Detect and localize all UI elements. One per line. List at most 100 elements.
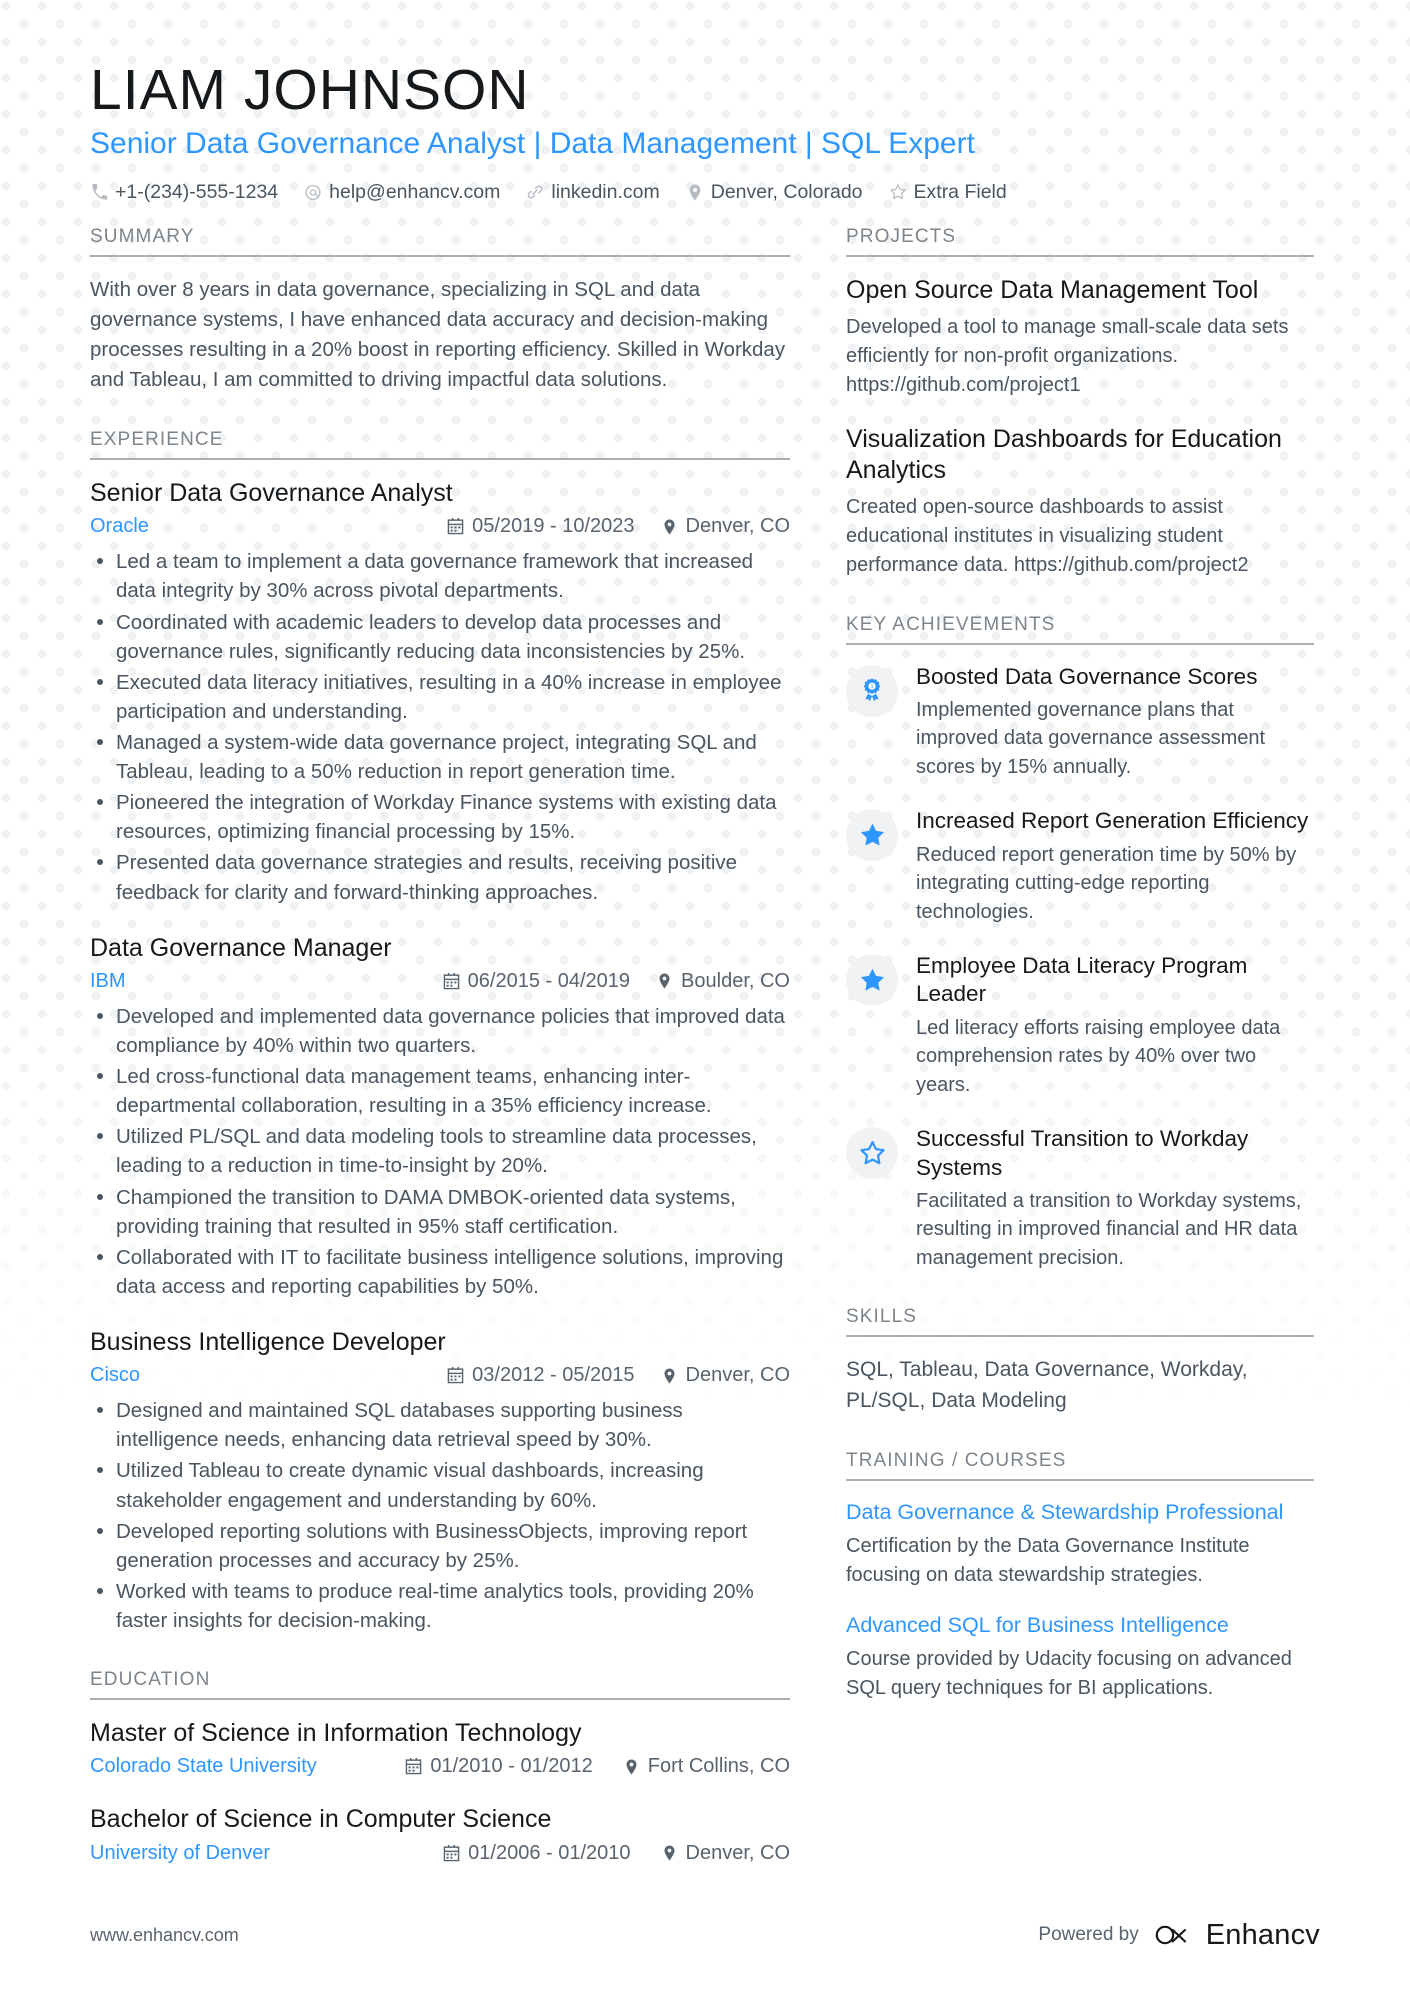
achievement-entry: Successful Transition to Workday Systems…: [846, 1125, 1314, 1272]
education-location: Fort Collins, CO: [623, 1755, 790, 1778]
job-title: Data Governance Manager: [90, 933, 392, 962]
contact-location: Denver, Colorado: [686, 181, 863, 204]
location-icon: [623, 1758, 640, 1775]
footer-url[interactable]: www.enhancv.com: [90, 1925, 239, 1946]
star-outline-icon: [859, 1140, 885, 1165]
experience-bullet: Managed a system-wide data governance pr…: [90, 728, 790, 786]
education-dates-text: 01/2010 - 01/2012: [430, 1755, 593, 1778]
achievement-badge: [846, 1127, 898, 1180]
course-title[interactable]: Advanced SQL for Business Intelligence: [846, 1612, 1314, 1640]
course-description: Certification by the Data Governance Ins…: [846, 1535, 1250, 1587]
project-description: Developed a tool to manage small-scale d…: [846, 315, 1289, 396]
experience-entry: Data Governance Manager IBM 06/2015 - 04/2…: [90, 933, 790, 1301]
course-title[interactable]: Data Governance & Stewardship Profession…: [846, 1499, 1314, 1527]
location-icon: [661, 518, 678, 535]
job-title: Senior Data Governance Analyst: [90, 479, 453, 508]
contact-linkedin-text: linkedin.com: [551, 180, 660, 203]
footer-branding: Powered by Enhancv: [1038, 1919, 1320, 1952]
achievement-badge: [846, 809, 898, 862]
school-name[interactable]: University of Denver: [90, 1842, 270, 1865]
job-location: Denver, CO: [661, 1364, 790, 1387]
candidate-headline: Senior Data Governance Analyst | Data Ma…: [90, 126, 975, 160]
section-skills: SKILLS SQL, Tableau, Data Governance, Wo…: [846, 1306, 1314, 1416]
achievement-badge: [846, 954, 898, 1007]
project-title: Open Source Data Management Tool: [846, 275, 1259, 304]
education-location: Denver, CO: [661, 1842, 790, 1865]
svg-text:1: 1: [871, 684, 874, 690]
phone-icon: [90, 183, 108, 201]
job-title: Business Intelligence Developer: [90, 1327, 446, 1356]
experience-entry: Business Intelligence Developer Cisco 03/2…: [90, 1327, 790, 1635]
section-projects: PROJECTS Open Source Data Management Too…: [846, 226, 1314, 580]
job-dates-text: 05/2019 - 10/2023: [472, 515, 635, 538]
enhancv-logo-text: Enhancv: [1205, 1918, 1320, 1951]
education-entry: Bachelor of Science in Computer Science U…: [90, 1804, 790, 1864]
degree-title: Master of Science in Information Technol…: [90, 1719, 582, 1748]
contact-phone[interactable]: +1-(234)-555-1234: [90, 181, 278, 204]
left-column: SUMMARY With over 8 years in data govern…: [90, 226, 790, 1874]
job-bullets: Designed and maintained SQL databases su…: [90, 1396, 790, 1635]
job-dates: 06/2015 - 04/2019: [443, 970, 630, 993]
section-summary-title: SUMMARY: [90, 225, 195, 247]
school-name[interactable]: Colorado State University: [90, 1755, 317, 1778]
achievement-badge: 1: [846, 664, 898, 717]
experience-bullet: Developed reporting solutions with Busin…: [90, 1517, 790, 1575]
education-meta: Colorado State University 01/2010 - 01/20…: [90, 1755, 790, 1778]
achievement-description: Led literacy efforts raising employee da…: [916, 1016, 1281, 1096]
job-meta: IBM 06/2015 - 04/2019 Boulder, CO: [90, 970, 790, 993]
section-experience-title: EXPERIENCE: [90, 429, 224, 451]
contact-row: +1-(234)-555-1234 help@enhancv.com linke…: [90, 181, 1320, 204]
section-key-achievements: KEY ACHIEVEMENTS 1 Boosted Data Governanc…: [846, 614, 1314, 1273]
section-key-achievements-title: KEY ACHIEVEMENTS: [846, 613, 1056, 635]
education-dates-text: 01/2006 - 01/2010: [468, 1841, 631, 1864]
location-icon: [656, 973, 673, 990]
section-education: EDUCATION Master of Science in Informati…: [90, 1669, 790, 1865]
achievement-description: Implemented governance plans that improv…: [916, 698, 1266, 778]
achievement-title: Boosted Data Governance Scores: [916, 663, 1258, 689]
job-location-text: Denver, CO: [685, 1364, 790, 1387]
experience-entry: Senior Data Governance Analyst Oracle 05/2…: [90, 478, 790, 907]
contact-email-text: help@enhancv.com: [329, 180, 501, 203]
section-education-title: EDUCATION: [90, 1669, 211, 1691]
company-name[interactable]: IBM: [90, 970, 126, 993]
projects-list: Open Source Data Management Tool Develope…: [846, 257, 1314, 580]
section-projects-title: PROJECTS: [846, 225, 957, 247]
job-bullets: Developed and implemented data governanc…: [90, 1002, 790, 1301]
job-bullets: Led a team to implement a data governanc…: [90, 547, 790, 906]
contact-extra-field: Extra Field: [889, 181, 1007, 204]
calendar-icon: [447, 1367, 464, 1384]
job-location: Boulder, CO: [656, 970, 790, 993]
achievement-entry: Employee Data Literacy Program Leader Led…: [846, 952, 1314, 1099]
project-entry: Open Source Data Management Tool Develope…: [846, 275, 1314, 400]
company-name[interactable]: Oracle: [90, 515, 149, 538]
award-badge-icon: 1: [863, 677, 881, 702]
education-location-text: Fort Collins, CO: [647, 1755, 790, 1778]
experience-bullet: Pioneered the integration of Workday Fin…: [90, 788, 790, 846]
course-description: Course provided by Udacity focusing on a…: [846, 1647, 1292, 1699]
education-meta: University of Denver 01/2006 - 01/2010 Den…: [90, 1842, 790, 1865]
job-meta: Cisco 03/2012 - 05/2015 Denver, CO: [90, 1364, 790, 1387]
education-entry: Master of Science in Information Technol…: [90, 1718, 790, 1778]
calendar-icon: [405, 1758, 422, 1775]
contact-phone-text: +1-(234)-555-1234: [115, 180, 279, 203]
job-meta: Oracle 05/2019 - 10/2023 Denver, CO: [90, 515, 790, 538]
contact-email[interactable]: help@enhancv.com: [304, 181, 500, 204]
experience-list: Senior Data Governance Analyst Oracle 05/2…: [90, 460, 790, 1635]
course-entry: Data Governance & Stewardship Profession…: [846, 1499, 1314, 1590]
section-training-courses-title: TRAINING / COURSES: [846, 1450, 1067, 1472]
enhancv-logo: Enhancv: [1155, 1919, 1320, 1952]
project-description: Created open-source dashboards to assist…: [846, 495, 1249, 576]
project-entry: Visualization Dashboards for Education A…: [846, 424, 1314, 580]
experience-bullet: Executed data literacy initiatives, resu…: [90, 668, 790, 726]
section-training-courses: TRAINING / COURSES Data Governance & Ste…: [846, 1450, 1314, 1702]
star-filled-icon: [860, 968, 884, 991]
contact-linkedin[interactable]: linkedin.com: [526, 180, 660, 204]
company-name[interactable]: Cisco: [90, 1364, 140, 1387]
location-icon: [661, 1367, 678, 1384]
location-icon: [686, 183, 704, 201]
section-experience: EXPERIENCE Senior Data Governance Analys…: [90, 429, 790, 1635]
job-dates: 03/2012 - 05/2015: [447, 1364, 635, 1387]
achievement-title: Increased Report Generation Efficiency: [916, 808, 1309, 834]
right-column: PROJECTS Open Source Data Management Too…: [846, 226, 1314, 1703]
education-location-text: Denver, CO: [685, 1841, 790, 1864]
